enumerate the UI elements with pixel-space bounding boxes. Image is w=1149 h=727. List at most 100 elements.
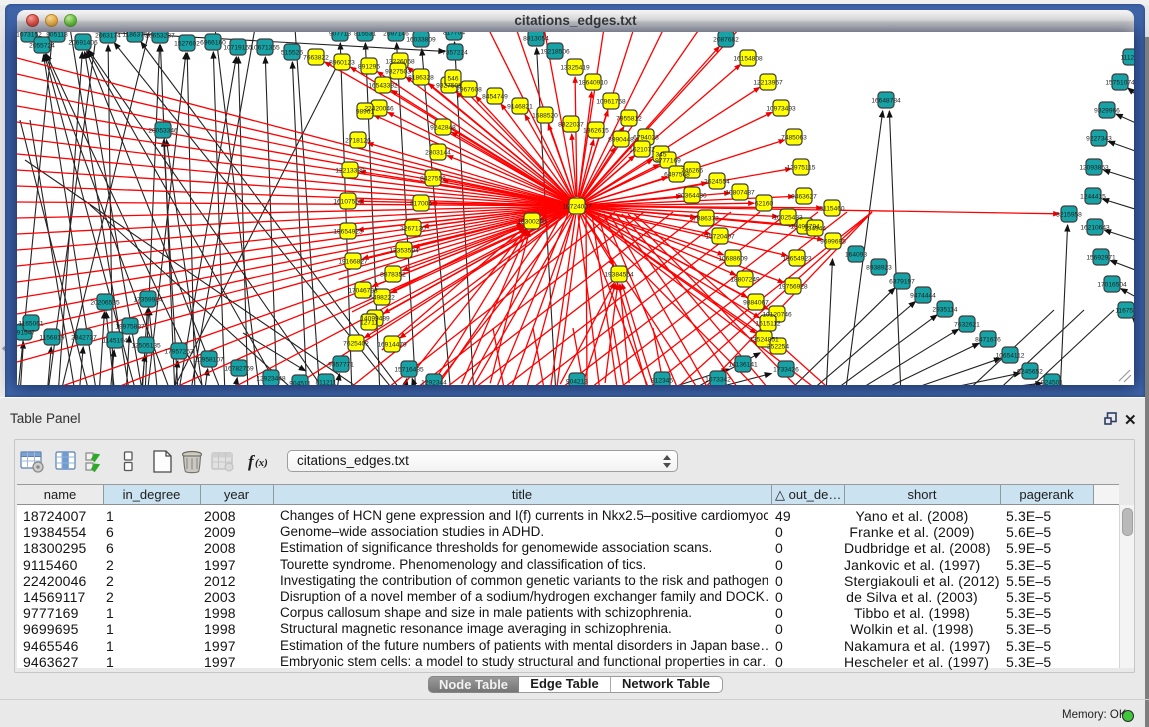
svg-text:9242848: 9242848 [430, 124, 456, 131]
svg-text:3215958: 3215958 [1056, 211, 1082, 218]
svg-text:16107553: 16107553 [333, 198, 363, 205]
svg-text:10973493: 10973493 [766, 105, 796, 112]
svg-text:19218506: 19218506 [540, 48, 570, 55]
svg-text:111218: 111218 [1120, 54, 1134, 61]
svg-text:6379197: 6379197 [889, 278, 915, 285]
svg-text:1186375: 1186375 [122, 32, 148, 38]
svg-text:13524851: 13524851 [749, 336, 779, 343]
svg-text:6966160: 6966160 [200, 39, 226, 46]
svg-text:7955812: 7955812 [616, 115, 642, 122]
svg-text:1527602: 1527602 [174, 40, 200, 47]
svg-text:16154808: 16154808 [733, 55, 763, 62]
svg-text:62160: 62160 [755, 200, 774, 207]
svg-text:134944: 134944 [804, 225, 826, 232]
svg-text:7663822: 7663822 [303, 54, 329, 61]
svg-text:12213967: 12213967 [753, 79, 783, 86]
svg-text:10654112: 10654112 [996, 352, 1025, 359]
svg-text:19975887: 19975887 [115, 323, 145, 330]
svg-text:20691406: 20691406 [68, 39, 98, 46]
svg-text:9699695: 9699695 [820, 238, 846, 245]
svg-text:1165061: 1165061 [18, 320, 44, 327]
svg-text:16782759: 16782759 [224, 365, 254, 372]
svg-text:746266: 746266 [681, 167, 703, 174]
svg-text:17359924: 17359924 [133, 296, 163, 303]
svg-text:17016504: 17016504 [1097, 281, 1127, 288]
svg-text:12093853: 12093853 [1079, 164, 1109, 171]
svg-text:1145194: 1145194 [102, 337, 128, 344]
svg-text:9227343: 9227343 [1086, 135, 1112, 142]
svg-text:16210643: 16210643 [1080, 224, 1110, 231]
svg-text:10120746: 10120746 [762, 311, 792, 318]
svg-text:98961: 98961 [356, 108, 375, 115]
svg-text:10025433: 10025433 [773, 214, 803, 221]
svg-text:2935114: 2935114 [932, 306, 958, 313]
svg-text:2803144: 2803144 [425, 149, 451, 156]
svg-text:8938923: 8938923 [866, 264, 892, 271]
svg-text:20206535: 20206535 [90, 299, 120, 306]
svg-text:12975115: 12975115 [787, 164, 816, 171]
svg-text:1292344: 1292344 [421, 379, 447, 385]
svg-text:7357224: 7357224 [442, 49, 468, 56]
svg-text:7886372: 7886372 [693, 215, 719, 222]
svg-text:9474444: 9474444 [910, 292, 936, 299]
svg-text:8813054: 8813054 [523, 35, 549, 42]
svg-text:18300295: 18300295 [517, 218, 547, 225]
svg-text:2087682: 2087682 [713, 36, 739, 43]
svg-text:17046798: 17046798 [348, 287, 378, 294]
svg-text:10719155: 10719155 [223, 44, 253, 51]
svg-text:391547: 391547 [17, 329, 35, 336]
svg-text:812345: 812345 [651, 377, 673, 384]
svg-text:16648784: 16648784 [871, 97, 901, 104]
svg-text:16543382: 16543382 [368, 82, 398, 89]
svg-text:20053346: 20053346 [148, 127, 178, 134]
svg-text:19654923: 19654923 [782, 255, 812, 262]
svg-text:2055724: 2055724 [29, 42, 55, 49]
svg-text:12923448: 12923448 [256, 375, 286, 382]
svg-text:2063174: 2063174 [95, 32, 121, 39]
svg-text:8990448: 8990448 [608, 136, 634, 143]
svg-text:811211: 811211 [315, 379, 336, 385]
svg-text:3267130: 3267130 [400, 225, 426, 232]
svg-text:817004: 817004 [410, 200, 432, 207]
svg-text:(x): (x) [255, 457, 268, 469]
svg-text:2342737: 2342737 [71, 334, 97, 341]
svg-text:10958107: 10958107 [194, 356, 224, 363]
svg-text:8454749: 8454749 [482, 93, 508, 100]
svg-text:7625402: 7625402 [343, 340, 369, 347]
svg-text:9115460: 9115460 [819, 205, 845, 212]
svg-text:164093: 164093 [845, 251, 867, 258]
svg-text:18640910: 18640910 [578, 79, 608, 86]
svg-text:15716485: 15716485 [394, 366, 424, 373]
svg-text:891295: 891295 [358, 63, 380, 70]
svg-text:815531: 815531 [354, 32, 376, 37]
svg-text:13226058: 13226058 [385, 58, 415, 65]
svg-text:817704: 817704 [443, 32, 465, 36]
svg-text:8427552: 8427552 [420, 175, 446, 182]
svg-text:16914479: 16914479 [377, 341, 407, 348]
svg-text:19166827: 19166827 [338, 258, 368, 265]
svg-text:17957253: 17957253 [164, 348, 194, 355]
svg-text:10688609: 10688609 [718, 255, 748, 262]
svg-text:9777169: 9777169 [655, 157, 681, 164]
svg-text:18807249: 18807249 [730, 276, 760, 283]
svg-text:5498222: 5498222 [369, 294, 395, 301]
svg-text:904213: 904213 [566, 378, 588, 385]
svg-text:8960123: 8960123 [329, 59, 355, 66]
svg-text:19384554: 19384554 [604, 271, 634, 278]
svg-text:2967608: 2967608 [456, 86, 482, 93]
svg-text:1073152: 1073152 [17, 32, 42, 38]
svg-text:2718126: 2718126 [345, 137, 371, 144]
svg-text:19756928: 19756928 [778, 283, 808, 290]
svg-text:19654923: 19654923 [333, 228, 363, 235]
svg-text:8878352: 8878352 [380, 271, 406, 278]
svg-text:9857771: 9857771 [328, 361, 354, 368]
svg-text:7632621: 7632621 [954, 321, 980, 328]
svg-text:2097146: 2097146 [383, 32, 409, 37]
svg-text:924501: 924501 [1041, 379, 1063, 385]
svg-text:1621072: 1621072 [629, 146, 655, 153]
svg-text:10671355: 10671355 [250, 44, 280, 51]
svg-text:546: 546 [447, 75, 458, 82]
svg-text:16033809: 16033809 [406, 36, 436, 43]
svg-text:8322037: 8322037 [558, 121, 584, 128]
svg-text:1244415: 1244415 [1080, 193, 1106, 200]
